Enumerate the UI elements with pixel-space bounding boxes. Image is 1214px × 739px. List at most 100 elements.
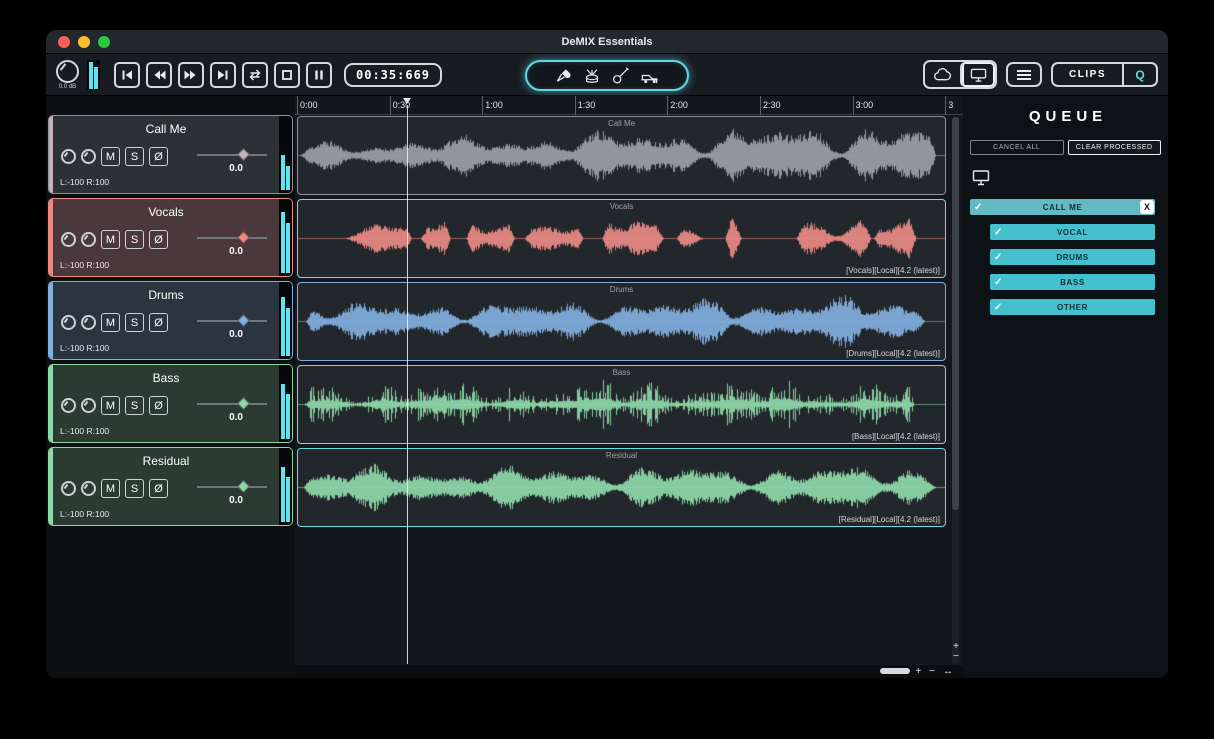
volume-slider-thumb[interactable] [237,397,250,410]
menu-button[interactable] [1006,62,1043,87]
volume-value: 0.0 [229,412,243,423]
volume-value: 0.0 [229,246,243,257]
queue-item-label: VOCAL [1057,227,1088,237]
trim-knob[interactable] [81,232,96,247]
vertical-scroll-thumb[interactable] [952,117,959,511]
volume-slider[interactable] [197,231,267,244]
mute-button[interactable]: M [101,230,120,249]
mute-button[interactable]: M [101,479,120,498]
zoom-fit-button[interactable]: ↔ [943,666,953,677]
cancel-all-button[interactable]: CANCEL ALL [970,140,1064,155]
clips-button[interactable]: CLIPS [1053,64,1122,85]
zoom-window-button[interactable] [98,35,110,48]
pan-range-label: L:-100 R:100 [60,426,110,436]
vocal-stem-icon[interactable] [554,66,573,85]
solo-button[interactable]: S [125,479,144,498]
queue-item[interactable]: ✓ VOCAL [990,224,1155,240]
solo-button[interactable]: S [125,230,144,249]
waveform-lane[interactable]: Bass [Bass][Local][4.2 (latest)] [297,365,946,444]
phase-button[interactable]: Ø [149,230,168,249]
zoom-in-button[interactable]: + [915,666,921,677]
lane-title: Bass [612,368,631,377]
master-gain-knob[interactable]: 0.0 dB [56,59,79,90]
track-header[interactable]: Call Me M S Ø 0.0 L:-100 R:100 [48,115,293,194]
vertical-zoom-out-button[interactable]: − [949,652,963,662]
volume-slider[interactable] [197,148,267,161]
volume-value: 0.0 [229,495,243,506]
minimize-window-button[interactable] [78,35,90,48]
other-stem-icon[interactable] [639,66,660,85]
trim-knob[interactable] [81,481,96,496]
stop-icon [282,69,292,80]
mute-button[interactable]: M [101,313,120,332]
horizontal-scrollbar[interactable]: + − ↔ [295,665,963,678]
track-header[interactable]: Drums M S Ø 0.0 L:-100 R:100 [48,281,293,360]
solo-button[interactable]: S [125,396,144,415]
waveform-lane[interactable]: Residual [Residual][Local][4.2 (latest)] [297,448,946,527]
phase-button[interactable]: Ø [149,147,168,166]
phase-button[interactable]: Ø [149,396,168,415]
toolbar: 0.0 dB 00:35:669 CLIPS Q [46,54,1168,96]
cloud-processing-button[interactable] [925,62,960,87]
volume-slider-thumb[interactable] [237,314,250,327]
remove-queue-item-button[interactable]: X [1140,200,1154,214]
check-icon: ✓ [994,251,1003,263]
volume-slider-thumb[interactable] [237,480,250,493]
queue-title: QUEUE [1028,108,1108,125]
pause-button[interactable] [306,61,332,88]
queue-item[interactable]: ✓ BASS [990,274,1155,290]
skip-to-end-button[interactable] [210,61,236,88]
pan-knob[interactable] [61,481,76,496]
waveform-lane[interactable]: Call Me [297,116,946,195]
fast-forward-button[interactable] [178,61,204,88]
volume-slider-thumb[interactable] [237,231,250,244]
rewind-button[interactable] [146,61,172,88]
pan-knob[interactable] [61,149,76,164]
stop-button[interactable] [274,61,300,88]
queue-toggle-button[interactable]: Q [1122,64,1156,85]
phase-button[interactable]: Ø [149,313,168,332]
queue-item-label: BASS [1060,277,1085,287]
queue-item[interactable]: ✓ OTHER [990,299,1155,315]
pan-knob[interactable] [61,232,76,247]
volume-slider[interactable] [197,314,267,327]
drums-stem-icon[interactable] [582,66,602,85]
horizontal-scroll-thumb[interactable] [880,668,910,674]
timeline-ruler[interactable]: 0:00 0:30 1:00 1:30 2:00 2:30 3:00 3 [295,96,963,115]
mute-button[interactable]: M [101,147,120,166]
local-processing-button[interactable] [960,62,995,87]
phase-button[interactable]: Ø [149,479,168,498]
vertical-scrollbar[interactable] [952,117,959,663]
mute-button[interactable]: M [101,396,120,415]
zoom-controls: + − ↔ [915,665,953,678]
track-header[interactable]: Residual M S Ø 0.0 L:-100 R:100 [48,447,293,526]
vertical-zoom-controls: + − [949,642,963,662]
window-controls [46,35,110,48]
pan-knob[interactable] [61,398,76,413]
trim-knob[interactable] [81,315,96,330]
queue-item[interactable]: ✓ DRUMS [990,249,1155,265]
volume-slider[interactable] [197,397,267,410]
volume-slider[interactable] [197,480,267,493]
track-header[interactable]: Bass M S Ø 0.0 L:-100 R:100 [48,364,293,443]
queue-item-label: CALL ME [1042,202,1083,212]
skip-to-start-button[interactable] [114,61,140,88]
zoom-out-button[interactable]: − [929,666,935,677]
lane-title: Drums [609,285,634,294]
trim-knob[interactable] [81,149,96,164]
waveform-lane[interactable]: Vocals [Vocals][Local][4.2 (latest)] [297,199,946,278]
check-icon: ✓ [994,226,1003,238]
close-window-button[interactable] [58,35,70,48]
guitar-stem-icon[interactable] [611,66,630,85]
queue-item[interactable]: ✓ CALL ME X [970,199,1155,215]
solo-button[interactable]: S [125,313,144,332]
volume-slider-thumb[interactable] [237,148,250,161]
loop-button[interactable] [242,61,268,88]
solo-button[interactable]: S [125,147,144,166]
trim-knob[interactable] [81,398,96,413]
pan-knob[interactable] [61,315,76,330]
waveform-lane[interactable]: Drums [Drums][Local][4.2 (latest)] [297,282,946,361]
track-header[interactable]: Vocals M S Ø 0.0 L:-100 R:100 [48,198,293,277]
clear-processed-button[interactable]: CLEAR PROCESSED [1067,140,1161,155]
playhead[interactable] [403,98,411,664]
